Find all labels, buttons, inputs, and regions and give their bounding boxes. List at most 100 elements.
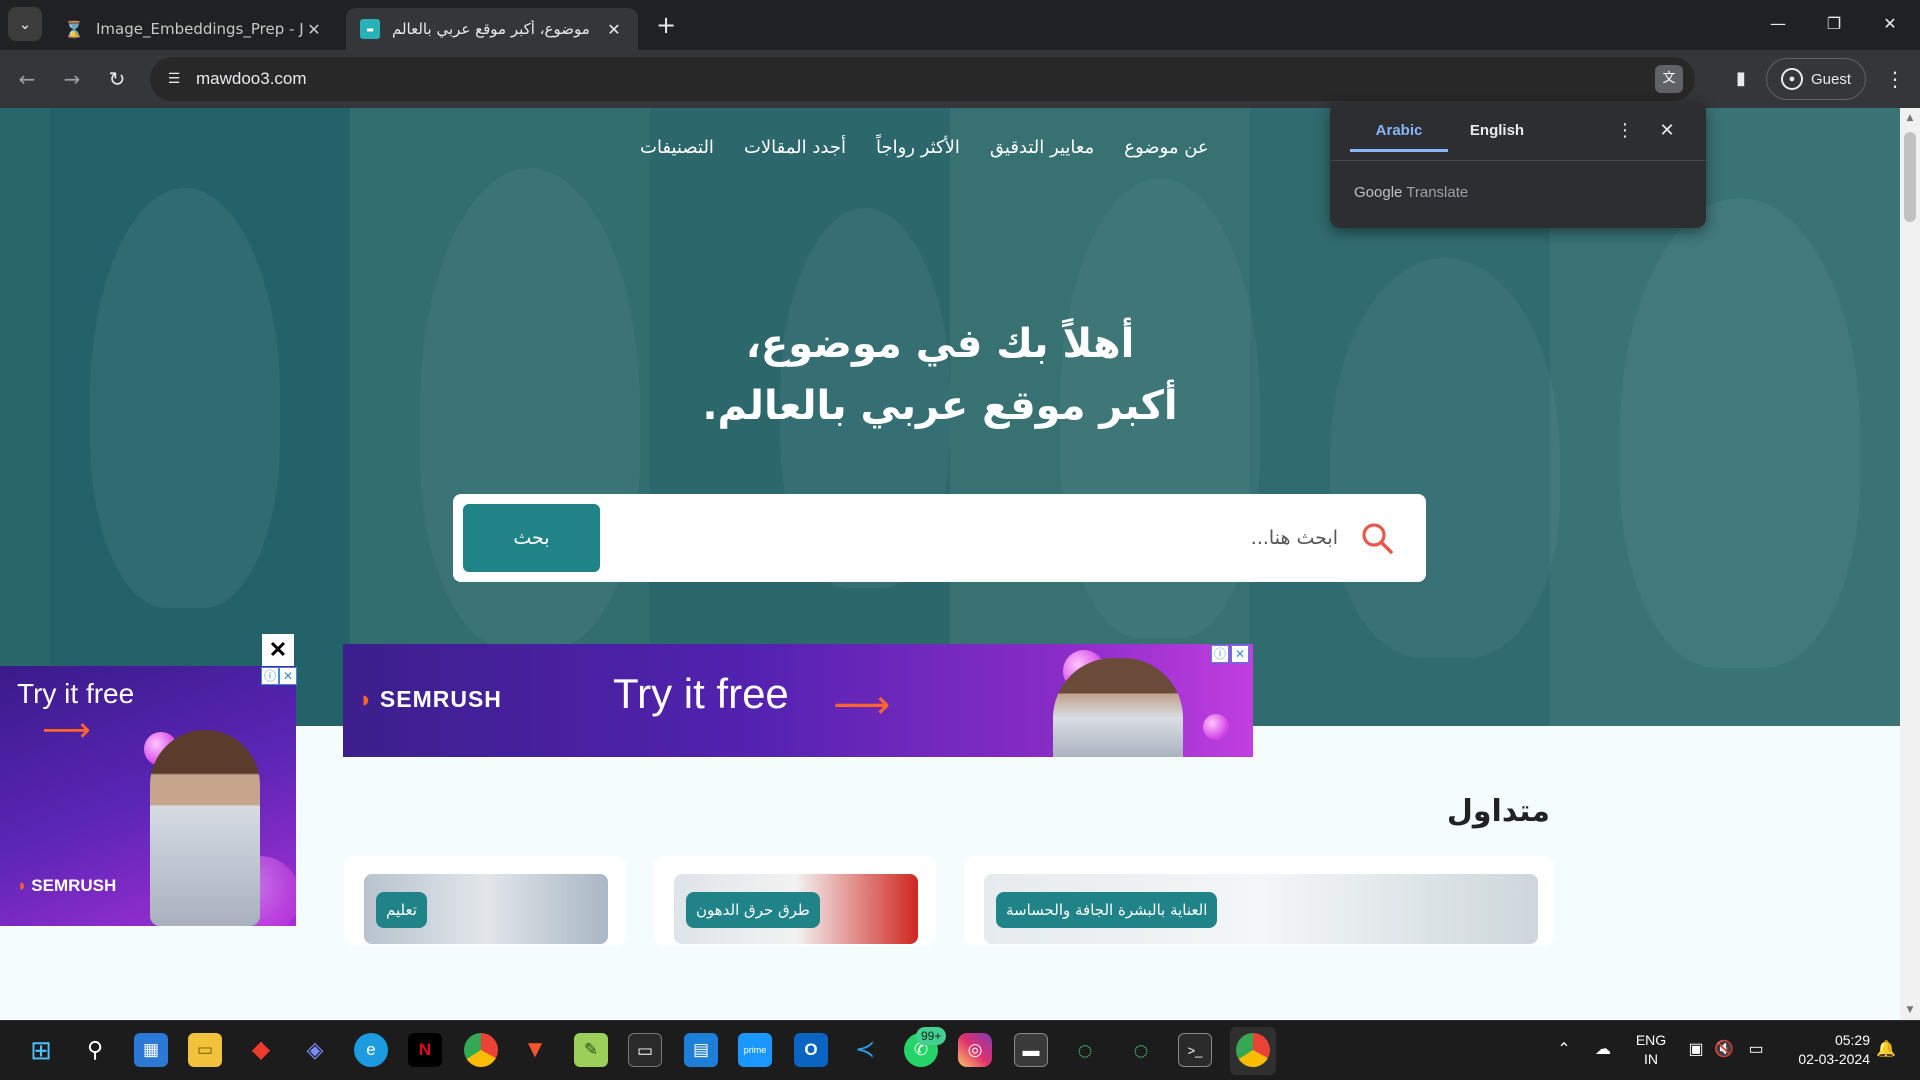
main-nav: التصنيفات أجدد المقالات الأكثر رواجاً مع…	[640, 128, 1240, 168]
profile-label: Guest	[1810, 70, 1852, 88]
volume-muted-icon[interactable]: 🔇	[1712, 1039, 1736, 1059]
minimize-icon[interactable]: —	[1758, 8, 1798, 40]
page-scrollbar[interactable]: ▲ ▼	[1900, 108, 1920, 1020]
scroll-up-arrow-icon[interactable]: ▲	[1900, 110, 1920, 126]
side-panel-icon[interactable]: ▮	[1726, 64, 1756, 94]
hero-title-line-1: أهلاً بك في موضوع،	[745, 321, 1135, 367]
google-translate-brand: Google Translate	[1354, 184, 1468, 201]
url-text: mawdoo3.com	[196, 69, 307, 88]
new-tab-plus-icon[interactable]: +	[652, 12, 680, 40]
ad-info-icon[interactable]: ⓘ	[1211, 645, 1229, 663]
input-language[interactable]: ENG IN	[1632, 1031, 1670, 1069]
search-icon[interactable]: ⚲	[78, 1033, 112, 1067]
microsoft-store-icon[interactable]: ▦	[134, 1033, 168, 1067]
brave-icon[interactable]: ▼	[518, 1033, 552, 1067]
prime-video-icon[interactable]: prime	[738, 1033, 772, 1067]
copilot-icon[interactable]: ◈	[298, 1033, 332, 1067]
tab-search-chevron-icon[interactable]: ⌄	[8, 7, 42, 41]
nav-latest-articles[interactable]: أجدد المقالات	[744, 128, 846, 168]
article-category-tag[interactable]: العناية بالبشرة الجافة والحساسة	[996, 892, 1218, 928]
translate-language-tabs: Arabic English	[1350, 114, 1546, 152]
arrow-right-icon: ⟶	[833, 682, 891, 728]
back-arrow-icon[interactable]: ←	[12, 64, 42, 94]
vscode-icon[interactable]: ≺	[848, 1033, 882, 1067]
tab-close-icon[interactable]: ✕	[304, 20, 324, 39]
notepad-plus-icon[interactable]: ✎	[574, 1033, 608, 1067]
windows-taskbar: ⊞ ⚲ ▦ ▭ ◆ ◈ e N ▼ ✎ ▭ ▤ prime O ≺ ✆ 99+ …	[0, 1020, 1920, 1080]
nav-about[interactable]: عن موضوع	[1124, 128, 1208, 168]
person-icon: ●	[1780, 68, 1803, 90]
hero-title-line-2: أكبر موقع عربي بالعالم.	[702, 383, 1178, 429]
onedrive-cloud-icon[interactable]: ☁	[1590, 1039, 1616, 1059]
article-category-tag[interactable]: تعليم	[376, 892, 427, 928]
profile-button[interactable]: ● Guest	[1766, 58, 1866, 100]
translate-tab-english[interactable]: English	[1448, 114, 1546, 152]
side-ad-close-button[interactable]: ✕	[262, 634, 294, 666]
tab-close-icon[interactable]: ✕	[604, 20, 624, 39]
article-card[interactable]: طرق حرق الدهون	[654, 856, 936, 946]
window-app-icon[interactable]: ▬	[1014, 1033, 1048, 1067]
tray-chevron-up-icon[interactable]: ⌃	[1552, 1039, 1576, 1059]
battery-icon[interactable]: ▭	[1744, 1039, 1768, 1059]
semrush-logo: ◗ SEMRUSH	[17, 876, 116, 896]
scrollbar-thumb[interactable]	[1904, 132, 1916, 222]
semrush-side-ad[interactable]: Try it free ⟶ ◗ SEMRUSH	[0, 666, 296, 926]
search-button[interactable]: بحث	[463, 504, 600, 572]
semrush-logo: ◗ SEMRUSH	[359, 686, 502, 713]
windows-start-icon[interactable]: ⊞	[24, 1033, 58, 1067]
lang-line-1: ENG	[1635, 1032, 1667, 1048]
browser-menu-dots-icon[interactable]: ⋮	[1880, 64, 1910, 94]
ad-brand-text: SEMRUSH	[379, 686, 502, 712]
tab-jupyter[interactable]: ⌛ Image_Embeddings_Prep - Jupy ✕	[50, 8, 338, 50]
search-input[interactable]	[623, 508, 1338, 568]
anydesk-icon[interactable]: ◆	[244, 1033, 278, 1067]
chrome-icon[interactable]	[1236, 1033, 1270, 1067]
translate-options-dots-icon[interactable]: ⋮	[1612, 118, 1638, 144]
netflix-icon[interactable]: N	[408, 1033, 442, 1067]
terminal-window-icon[interactable]: ▭	[628, 1033, 662, 1067]
outlook-icon[interactable]: O	[794, 1033, 828, 1067]
reload-icon[interactable]: ↻	[102, 64, 132, 94]
browser-toolbar: ← → ↻ ☰ mawdoo3.com 文 ▮ ● Guest ⋮	[0, 50, 1920, 108]
semrush-flame-icon: ◗	[17, 876, 28, 895]
ad-cta-text: Try it free	[613, 670, 789, 717]
network-icon[interactable]: ▣	[1684, 1039, 1708, 1059]
notification-bell-icon[interactable]: 🔔	[1874, 1039, 1898, 1059]
ad-close-icon[interactable]: ✕	[1231, 645, 1249, 663]
nav-categories[interactable]: التصنيفات	[640, 128, 714, 168]
site-info-tune-icon[interactable]: ☰	[160, 65, 188, 93]
spinner-app-icon[interactable]: ◌	[1124, 1033, 1158, 1067]
scroll-down-arrow-icon[interactable]: ▼	[1900, 1002, 1920, 1018]
article-category-tag[interactable]: طرق حرق الدهون	[686, 892, 820, 928]
browser-tab-strip: ⌄ ⌛ Image_Embeddings_Prep - Jupy ✕ ▬ موض…	[0, 0, 1920, 50]
tab-mawdoo3[interactable]: ▬ موضوع، أكبر موقع عربي بالعالم ✕	[346, 8, 638, 50]
chrome-icon[interactable]	[464, 1033, 498, 1067]
google-wordmark: Google	[1354, 184, 1403, 201]
address-bar[interactable]: ☰ mawdoo3.com 文	[150, 57, 1695, 101]
nav-editorial-standards[interactable]: معايير التدقيق	[990, 128, 1094, 168]
taskbar-clock[interactable]: 05:29 02-03-2024	[1778, 1031, 1870, 1069]
instagram-icon[interactable]: ◎	[958, 1033, 992, 1067]
mawdoo3-favicon: ▬	[360, 19, 380, 39]
edge-icon[interactable]: e	[354, 1033, 388, 1067]
restore-icon[interactable]: ❐	[1814, 8, 1854, 40]
tab-title: موضوع، أكبر موقع عربي بالعالم	[392, 20, 590, 38]
article-card[interactable]: العناية بالبشرة الجافة والحساسة	[964, 856, 1554, 946]
ad-info-icon[interactable]: ⓘ	[261, 667, 279, 685]
window-close-icon[interactable]: ✕	[1870, 8, 1910, 40]
windows-tablet-icon[interactable]: ▤	[684, 1033, 718, 1067]
clock-time: 05:29	[1834, 1032, 1870, 1048]
arrow-right-icon: ⟶	[42, 710, 91, 750]
spinner-app-icon[interactable]: ◌	[1068, 1033, 1102, 1067]
semrush-banner-ad[interactable]: ◗ SEMRUSH Try it free ⟶	[343, 644, 1253, 757]
search-box: بحث	[453, 494, 1426, 582]
translate-icon[interactable]: 文	[1655, 65, 1683, 93]
translate-tab-arabic[interactable]: Arabic	[1350, 114, 1448, 152]
file-explorer-icon[interactable]: ▭	[188, 1033, 222, 1067]
translate-close-icon[interactable]: ✕	[1654, 118, 1680, 144]
ad-close-icon[interactable]: ✕	[279, 667, 297, 685]
forward-arrow-icon[interactable]: →	[57, 64, 87, 94]
terminal-icon[interactable]: >_	[1178, 1033, 1212, 1067]
nav-most-popular[interactable]: الأكثر رواجاً	[876, 128, 960, 168]
article-card[interactable]: تعليم	[344, 856, 626, 946]
